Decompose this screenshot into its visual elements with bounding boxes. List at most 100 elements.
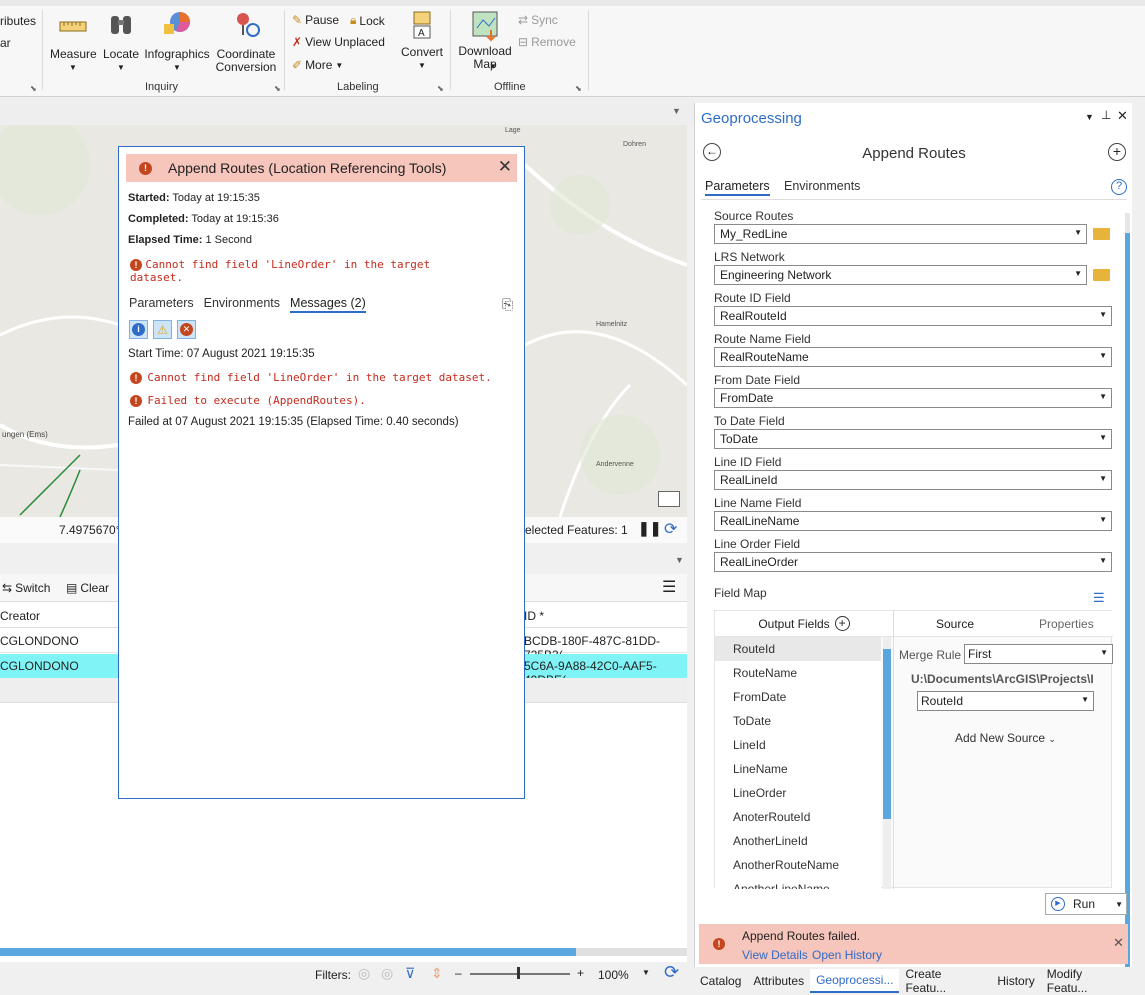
lock-button[interactable]: 🔒︎ Lock — [350, 13, 385, 28]
column-header-id[interactable]: ID * — [524, 609, 544, 623]
dialog-launcher-icon[interactable]: ⬊ — [274, 84, 281, 93]
parameter-select[interactable]: My_RedLine ▼ — [714, 224, 1087, 244]
dialog-launcher-icon[interactable]: ⬊ — [30, 84, 37, 93]
error-filter-button[interactable]: ✕ — [177, 320, 196, 339]
list-item[interactable]: AnotherRouteName — [715, 853, 881, 877]
clear-selection-button[interactable]: ▤ Clear — [66, 581, 109, 595]
list-item[interactable]: FromDate — [715, 685, 881, 709]
filter-icon[interactable]: ◎ — [381, 965, 393, 982]
close-icon[interactable]: ✕ — [1113, 935, 1124, 951]
refresh-icon[interactable]: ⟳ — [664, 519, 677, 539]
infographics-button[interactable]: Infographics ▼ — [144, 10, 210, 74]
list-item[interactable]: LineOrder — [715, 781, 881, 805]
pause-drawing-icon[interactable]: ❚❚ — [638, 520, 661, 537]
tab-source[interactable]: Source — [936, 617, 974, 631]
vertical-scrollbar[interactable] — [1125, 213, 1130, 988]
more-button[interactable]: ✐ More ▼ — [292, 58, 343, 72]
column-header-creator[interactable]: Creator — [0, 609, 40, 623]
add-new-source-button[interactable]: Add New Source ⌄ — [955, 731, 1056, 745]
list-item[interactable]: RouteName — [715, 661, 881, 685]
remove-button[interactable]: ⊟ Remove — [518, 35, 576, 49]
refresh-icon[interactable]: ⟳ — [664, 962, 679, 983]
tab-environments[interactable]: Environments — [204, 296, 280, 313]
ribbon-cut-label-1[interactable]: ributes — [0, 14, 36, 28]
parameter-select[interactable]: RealLineId ▼ — [714, 470, 1112, 490]
view-unplaced-button[interactable]: ✗ View Unplaced — [292, 35, 385, 49]
tab-properties[interactable]: Properties — [1039, 617, 1094, 631]
tab-environments[interactable]: Environments — [784, 179, 860, 193]
add-field-icon[interactable]: + — [834, 616, 850, 631]
close-icon[interactable]: ✕ — [498, 157, 512, 177]
horizontal-scrollbar[interactable] — [0, 948, 687, 956]
folder-icon[interactable] — [1093, 269, 1110, 281]
list-item[interactable]: LineId — [715, 733, 881, 757]
zoom-in-icon[interactable]: + — [577, 966, 584, 980]
zoom-slider-thumb[interactable] — [517, 967, 520, 979]
chevron-down-icon[interactable]: ▼ — [642, 968, 650, 977]
parameter-select[interactable]: RealRouteId ▼ — [714, 306, 1112, 326]
parameter-select[interactable]: Engineering Network ▼ — [714, 265, 1087, 285]
view-details-link[interactable]: View Details — [742, 948, 808, 962]
list-item[interactable]: AnoterRouteId — [715, 805, 881, 829]
source-field-select[interactable]: RouteId ▼ — [917, 691, 1094, 711]
download-map-button[interactable]: Download Map — [456, 10, 514, 71]
dialog-launcher-icon[interactable]: ⬊ — [575, 84, 582, 93]
measure-button[interactable]: Measure ▼ — [50, 14, 97, 74]
chevron-down-icon[interactable]: ▼ — [1085, 112, 1094, 122]
output-field-list[interactable]: RouteId RouteName FromDate ToDate LineId… — [715, 637, 881, 889]
scrollbar-thumb[interactable] — [1125, 233, 1130, 968]
help-icon[interactable]: ? — [1111, 179, 1127, 195]
tab-history[interactable]: History — [991, 974, 1040, 988]
chevron-down-icon[interactable]: ▼ — [489, 62, 497, 71]
warning-filter-button[interactable]: ⚠ — [153, 320, 172, 339]
coordinate-conversion-button[interactable]: Coordinate Conversion — [213, 10, 279, 74]
parameter-select[interactable]: RealRouteName ▼ — [714, 347, 1112, 367]
parameter-select[interactable]: RealLineName ▼ — [714, 511, 1112, 531]
tab-messages[interactable]: Messages (2) — [290, 296, 366, 313]
close-icon[interactable]: ✕ — [1117, 108, 1128, 124]
list-item[interactable]: RouteId — [715, 637, 881, 661]
sort-icon[interactable]: ⇕ — [431, 965, 443, 982]
tab-create-features[interactable]: Create Featu... — [899, 967, 991, 995]
filter-icon[interactable]: ◎ — [358, 965, 370, 982]
locate-button[interactable]: Locate ▼ — [100, 12, 142, 74]
add-icon[interactable]: + — [1108, 143, 1126, 161]
dialog-launcher-icon[interactable]: ⬊ — [437, 84, 444, 93]
zoom-out-icon[interactable]: – — [455, 966, 462, 980]
sync-button[interactable]: ⇄ Sync — [518, 13, 558, 27]
field-map-options-icon[interactable]: ☰ — [1093, 590, 1105, 606]
output-list-scrollbar[interactable] — [883, 637, 891, 889]
merge-rule-select[interactable]: First ▼ — [964, 644, 1113, 664]
chevron-down-icon[interactable]: ▼ — [672, 106, 681, 116]
tab-catalog[interactable]: Catalog — [694, 974, 747, 988]
bookmark-icon[interactable] — [658, 491, 680, 507]
switch-selection-button[interactable]: ⇆ Switch — [2, 581, 50, 595]
zoom-level[interactable]: 100% — [598, 968, 629, 982]
tab-geoprocessing[interactable]: Geoprocessi... — [810, 968, 900, 993]
zoom-slider[interactable] — [470, 973, 570, 975]
filter-icon[interactable]: ⊽ — [405, 965, 415, 982]
open-history-link[interactable]: Open History — [812, 948, 882, 962]
ribbon-cut-label-2[interactable]: ar — [0, 36, 11, 50]
list-item[interactable]: LineName — [715, 757, 881, 781]
parameter-select[interactable]: ToDate ▼ — [714, 429, 1112, 449]
tab-parameters[interactable]: Parameters — [705, 179, 770, 196]
convert-button[interactable]: A Convert ▼ — [398, 10, 446, 72]
copy-icon[interactable]: ⎘ — [502, 296, 513, 313]
folder-icon[interactable] — [1093, 228, 1110, 240]
pause-button[interactable]: ✎ Pause — [292, 13, 339, 27]
chevron-down-icon[interactable]: ▼ — [675, 555, 684, 565]
tab-parameters[interactable]: Parameters — [129, 296, 194, 313]
list-item[interactable]: ToDate — [715, 709, 881, 733]
list-item[interactable]: AnotherLineId — [715, 829, 881, 853]
menu-icon[interactable]: ☰ — [662, 577, 676, 597]
tab-modify-features[interactable]: Modify Featu... — [1041, 967, 1132, 995]
tab-attributes[interactable]: Attributes — [747, 974, 810, 988]
scrollbar-thumb[interactable] — [883, 649, 891, 819]
run-button[interactable]: ▶ Run ▼ — [1045, 893, 1127, 915]
parameter-select[interactable]: RealLineOrder ▼ — [714, 552, 1112, 572]
list-item[interactable]: AnotherLineName — [715, 877, 881, 889]
scrollbar-thumb[interactable] — [0, 948, 576, 956]
pin-icon[interactable]: ⊥ — [1101, 108, 1111, 122]
info-filter-button[interactable]: i — [129, 320, 148, 339]
